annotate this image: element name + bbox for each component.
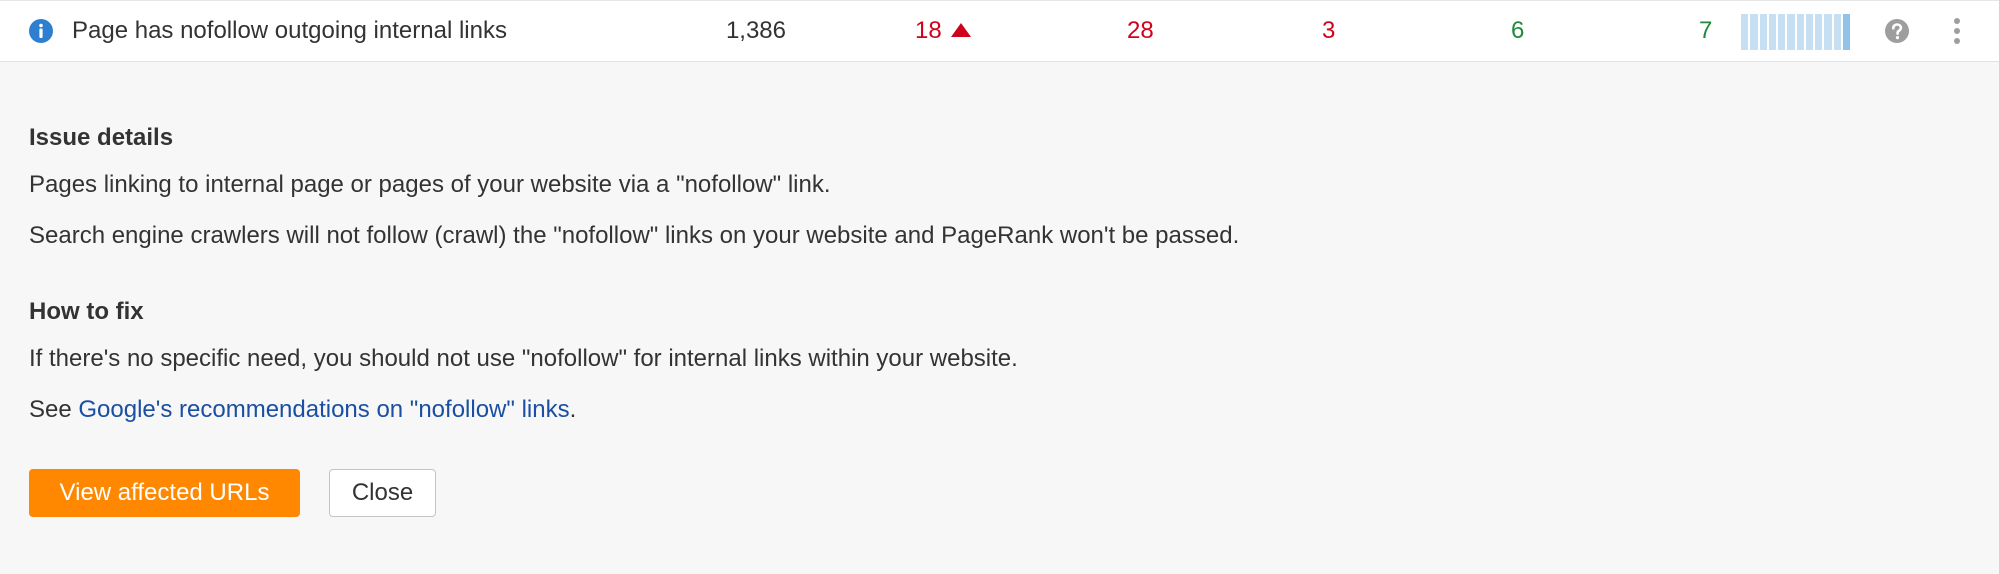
- new-count[interactable]: 18: [915, 17, 942, 45]
- history-bar: [1833, 14, 1841, 50]
- errors-count[interactable]: 28: [1127, 17, 1154, 45]
- info-icon: [29, 19, 53, 43]
- google-recommendations-link[interactable]: Google's recommendations on "nofollow" l…: [78, 396, 569, 423]
- view-affected-urls-button[interactable]: View affected URLs: [29, 469, 300, 517]
- total-count[interactable]: 1,386: [726, 17, 786, 45]
- fix-description: If there's no specific need, you should …: [29, 345, 1018, 372]
- how-to-fix-heading: How to fix: [29, 298, 144, 325]
- trend-up-icon: [951, 23, 971, 37]
- fixed-count[interactable]: 7: [1699, 17, 1712, 45]
- history-bar: [1805, 14, 1813, 50]
- history-bar: [1750, 14, 1758, 50]
- fix-see-prefix: See: [29, 396, 79, 423]
- more-options-icon[interactable]: [1947, 15, 1967, 47]
- history-bar: [1824, 14, 1832, 50]
- history-bar: [1741, 14, 1749, 50]
- notices-count[interactable]: 6: [1511, 17, 1524, 45]
- history-bar: [1759, 14, 1767, 50]
- fix-see-suffix: .: [569, 396, 577, 423]
- history-bar: [1796, 14, 1804, 50]
- issue-description-1: Pages linking to internal page or pages …: [29, 171, 831, 198]
- issue-title[interactable]: Page has nofollow outgoing internal link…: [72, 17, 507, 45]
- history-bar: [1778, 14, 1786, 50]
- history-sparkline[interactable]: [1741, 14, 1850, 50]
- fix-see-line: See Google's recommendations on "nofollo…: [29, 396, 576, 424]
- history-bar: [1768, 14, 1776, 50]
- issue-details-heading: Issue details: [29, 124, 174, 151]
- issue-description-2: Search engine crawlers will not follow (…: [29, 222, 1240, 249]
- close-button[interactable]: Close: [329, 469, 436, 517]
- warnings-count[interactable]: 3: [1322, 17, 1335, 45]
- issue-row[interactable]: Page has nofollow outgoing internal link…: [0, 0, 1999, 62]
- help-icon[interactable]: [1884, 18, 1910, 44]
- history-bar: [1815, 14, 1823, 50]
- history-bar: [1842, 14, 1850, 50]
- history-bar: [1787, 14, 1795, 50]
